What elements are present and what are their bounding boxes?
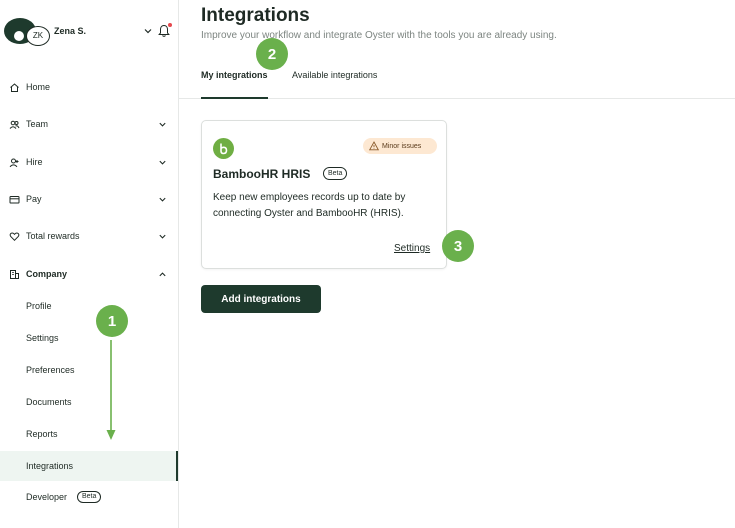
home-icon — [10, 82, 19, 92]
sidebar-item-label: Team — [26, 119, 49, 129]
chevron-down-icon — [159, 197, 166, 202]
chevron-down-icon[interactable] — [143, 26, 153, 36]
chevron-down-icon — [159, 160, 166, 165]
sidebar-item-total-rewards[interactable]: Total rewards — [0, 222, 178, 250]
sidebar-subitem-label: Profile — [26, 301, 52, 311]
sidebar-item-label: Home — [26, 82, 51, 92]
sidebar-item-pay[interactable]: Pay — [0, 185, 178, 213]
annotation-marker-1: 1 — [96, 305, 128, 337]
beta-badge: Beta — [323, 167, 348, 180]
sidebar-subitem-documents[interactable]: Documents — [0, 387, 178, 417]
avatar: ZK — [26, 26, 50, 46]
heart-icon — [9, 232, 20, 241]
sidebar-subitem-label: Settings — [26, 333, 59, 343]
user-menu[interactable]: ZK Zena S. — [4, 16, 174, 46]
integration-description: Keep new employees records up to date by… — [213, 192, 406, 219]
sidebar-subitem-label: Developer — [26, 492, 68, 502]
sidebar-subitem-integrations[interactable]: Integrations — [0, 451, 178, 481]
sidebar-item-label: Pay — [26, 194, 42, 204]
annotation-marker-2: 2 — [256, 38, 288, 70]
sidebar-subitem-label: Preferences — [26, 365, 75, 375]
annotation-marker-3: 3 — [442, 230, 474, 262]
chevron-down-icon — [159, 234, 166, 239]
sidebar: ZK Zena S. Home Team Hire Pay Total rewa… — [0, 0, 179, 528]
sidebar-item-home[interactable]: Home — [0, 73, 178, 101]
beta-badge: Beta — [77, 491, 102, 503]
building-icon — [10, 269, 19, 279]
sidebar-subitem-profile[interactable]: Profile — [0, 291, 178, 321]
status-label: Minor issues — [382, 142, 422, 150]
sidebar-item-label: Hire — [26, 157, 43, 167]
sidebar-item-label: Total rewards — [26, 231, 80, 241]
sidebar-subitem-developer[interactable]: Developer Beta — [0, 482, 178, 512]
sidebar-item-hire[interactable]: Hire — [0, 148, 178, 176]
user-name: Zena S. — [54, 26, 87, 36]
integration-settings-link[interactable]: Settings — [394, 243, 430, 254]
integration-card: Minor issues BambooHR HRIS Beta Keep new… — [201, 120, 447, 269]
team-icon — [9, 120, 20, 129]
sidebar-subitem-reports[interactable]: Reports — [0, 419, 178, 449]
sidebar-subitem-label: Reports — [26, 429, 58, 439]
warning-icon — [369, 141, 379, 151]
sidebar-subitem-settings[interactable]: Settings — [0, 323, 178, 353]
annotation-arrow-icon — [106, 340, 116, 440]
add-integrations-button[interactable]: Add integrations — [201, 285, 321, 313]
pay-icon — [9, 195, 20, 203]
tab-my-integrations[interactable]: My integrations — [201, 70, 268, 99]
page-title: Integrations — [201, 5, 310, 26]
page-subtitle: Improve your workflow and integrate Oyst… — [201, 30, 557, 41]
status-badge: Minor issues — [363, 138, 437, 154]
bamboohr-logo — [213, 138, 234, 159]
sidebar-subitem-label: Integrations — [26, 461, 74, 471]
sidebar-item-company[interactable]: Company — [0, 260, 178, 288]
sidebar-subitem-label: Documents — [26, 397, 72, 407]
sidebar-item-team[interactable]: Team — [0, 110, 178, 138]
sidebar-subitem-preferences[interactable]: Preferences — [0, 355, 178, 385]
notification-dot — [168, 23, 172, 27]
chevron-up-icon — [159, 271, 166, 276]
tab-available-integrations[interactable]: Available integrations — [292, 70, 377, 99]
chevron-down-icon — [159, 122, 166, 127]
integration-name: BambooHR HRIS — [213, 167, 311, 181]
sidebar-item-label: Company — [26, 269, 68, 279]
hire-icon — [9, 158, 19, 167]
